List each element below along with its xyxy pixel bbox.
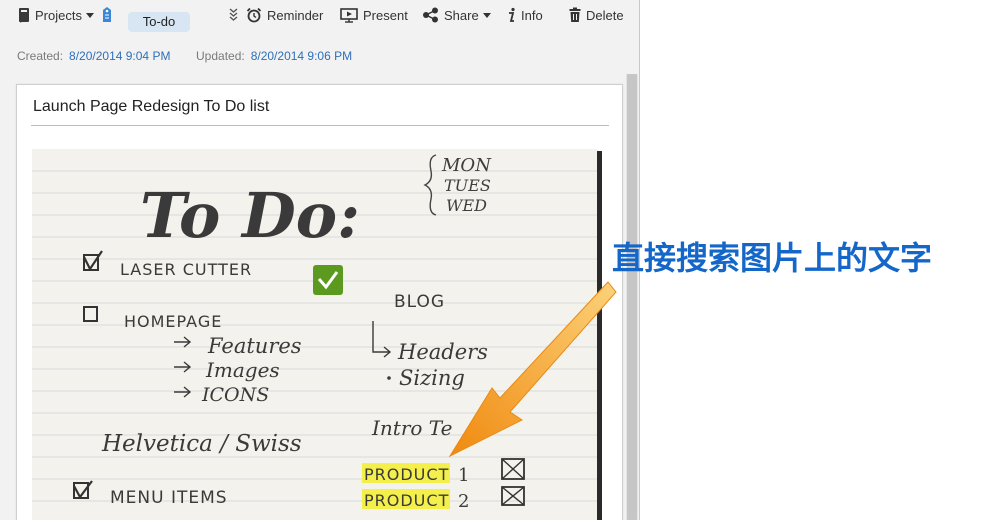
chevron-down-icon <box>85 12 94 18</box>
hw-product-2-number: 2 <box>458 491 469 512</box>
expand-icon <box>229 8 238 21</box>
green-check-sticker-icon <box>313 265 343 295</box>
delete-button[interactable]: Delete <box>569 4 624 26</box>
handwritten-todo-image[interactable]: To Do: MON TUES WED LASER CUTTER HOMEPAG… <box>32 149 598 520</box>
notebook-edge <box>597 151 602 520</box>
tag-icon-button[interactable] <box>101 4 113 26</box>
hw-homepage: HOMEPAGE <box>124 312 222 331</box>
hw-laser-cutter: LASER CUTTER <box>120 260 252 279</box>
updated-label: Updated: <box>196 49 245 63</box>
note-editor[interactable]: Launch Page Redesign To Do list To Do: M… <box>16 84 623 520</box>
hw-features: Features <box>207 334 302 358</box>
updated-value[interactable]: 8/20/2014 9:06 PM <box>251 49 352 63</box>
hw-product-1-number: 1 <box>458 465 469 486</box>
created-label: Created: <box>17 49 64 63</box>
tag-to-do[interactable]: To-do <box>128 12 190 32</box>
hw-icons: ICONS <box>201 384 269 406</box>
note-pane: Projects To-do Reminder Present Share In… <box>0 0 640 520</box>
tag-icon <box>103 7 111 22</box>
projects-button[interactable]: Projects <box>18 4 94 26</box>
hw-sizing: Sizing <box>399 366 465 390</box>
hw-helvetica: Helvetica / Swiss <box>101 431 302 457</box>
scrollbar-thumb[interactable] <box>627 74 637 520</box>
chevron-down-icon <box>482 12 491 18</box>
trash-icon <box>569 7 581 22</box>
present-label: Present <box>363 7 408 23</box>
reminder-button[interactable]: Reminder <box>229 4 323 26</box>
annotation-label: 直接搜索图片上的文字 <box>612 239 933 277</box>
projects-label: Projects <box>35 7 82 23</box>
notebook-icon <box>19 8 30 23</box>
hw-day-mon: MON <box>441 155 492 176</box>
notebook-page: To Do: MON TUES WED LASER CUTTER HOMEPAG… <box>32 149 598 520</box>
present-button[interactable]: Present <box>340 4 408 26</box>
info-label: Info <box>521 7 543 23</box>
hw-product-1: PRODUCT <box>364 465 449 484</box>
reminder-label: Reminder <box>267 7 324 23</box>
hw-product-2: PRODUCT <box>364 491 449 510</box>
present-icon <box>340 8 358 23</box>
title-divider <box>31 125 609 126</box>
created-info: Created: 8/20/2014 9:04 PM <box>17 49 170 63</box>
hw-intro: Intro Te <box>371 416 452 440</box>
alarm-clock-icon <box>246 7 262 23</box>
hw-images: Images <box>205 358 280 382</box>
hw-blog: BLOG <box>394 292 445 312</box>
hw-menu-items: MENU ITEMS <box>110 488 228 508</box>
scrollbar[interactable] <box>626 74 638 520</box>
share-button[interactable]: Share <box>422 4 491 26</box>
info-button[interactable]: Info <box>507 4 543 26</box>
created-value[interactable]: 8/20/2014 9:04 PM <box>69 49 170 63</box>
updated-info: Updated: 8/20/2014 9:06 PM <box>196 49 352 63</box>
note-title[interactable]: Launch Page Redesign To Do list <box>33 98 269 116</box>
hw-day-tues: TUES <box>444 176 491 195</box>
share-icon <box>423 7 438 23</box>
info-icon <box>509 7 515 22</box>
share-label: Share <box>444 7 479 23</box>
delete-label: Delete <box>586 7 624 23</box>
hw-day-wed: WED <box>446 196 487 215</box>
hw-headers: Headers <box>397 340 488 364</box>
hw-heading: To Do: <box>140 179 360 252</box>
